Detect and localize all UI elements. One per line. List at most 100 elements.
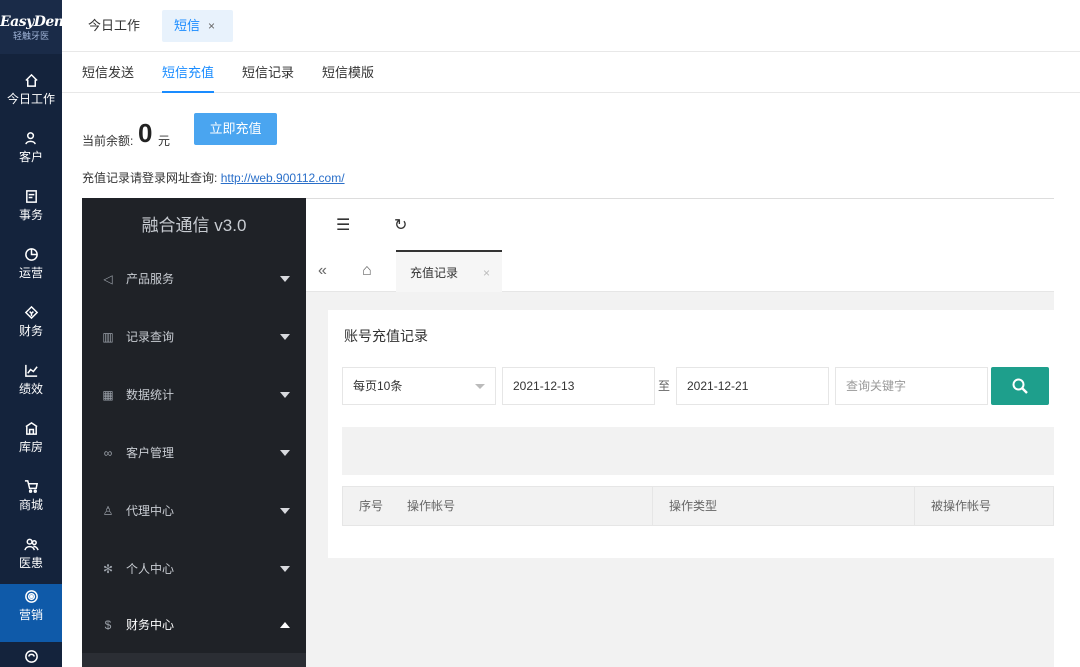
- home-icon[interactable]: ⌂: [362, 250, 372, 292]
- table-toolbar: [342, 427, 1054, 475]
- hint-link[interactable]: http://web.900112.com/: [221, 171, 345, 185]
- menu-label: 客户管理: [126, 446, 175, 460]
- chevron-down-icon: [280, 392, 290, 398]
- double-chevron-left-icon[interactable]: «: [318, 250, 327, 292]
- start-date-input[interactable]: 2021-12-13: [502, 367, 655, 405]
- nav-item-marketing[interactable]: 营销: [0, 584, 62, 642]
- menu-product-services[interactable]: ◁ 产品服务: [82, 250, 306, 308]
- handshake-icon: ∞: [103, 446, 113, 460]
- nav-item-today[interactable]: 今日工作: [0, 68, 62, 120]
- embedded-toolbar: ☰ ↻: [306, 198, 1054, 250]
- nav-item-label: 营销: [18, 608, 43, 622]
- col-header-operation-type: 操作类型: [653, 487, 915, 525]
- menu-label: 财务中心: [126, 618, 175, 632]
- logo-text: EasyDent: [0, 14, 62, 30]
- embedded-main: ☰ ↻ « ⌂ 充值记录 × 账号充值记录 每页10条 2021-12-13 至: [306, 198, 1054, 667]
- subtab-sms-recharge[interactable]: 短信充值: [162, 52, 215, 93]
- doctor-patient-icon: [0, 532, 62, 556]
- col-header-index: 序号: [359, 499, 384, 513]
- search-button[interactable]: [991, 367, 1049, 405]
- chevron-down-icon: [280, 450, 290, 456]
- refresh-icon[interactable]: ↻: [394, 215, 407, 235]
- target-icon: [0, 584, 62, 608]
- nav-item-performance[interactable]: 绩效: [0, 358, 62, 410]
- home-icon: [0, 68, 62, 92]
- logo: EasyDent 轻触牙医: [0, 0, 62, 54]
- submenu-edge: [82, 653, 306, 667]
- nav-item-label: 运营: [18, 266, 43, 280]
- menu-collapse-icon[interactable]: ☰: [336, 215, 350, 235]
- chevron-up-icon: [280, 622, 290, 628]
- hint-text: 充值记录请登录网址查询:: [82, 171, 218, 185]
- menu-customer-management[interactable]: ∞ 客户管理: [82, 424, 306, 482]
- nav-item-tasks[interactable]: 事务: [0, 184, 62, 236]
- logo-subtitle: 轻触牙医: [12, 31, 49, 41]
- close-icon[interactable]: ×: [208, 19, 215, 33]
- end-date-input[interactable]: 2021-12-21: [676, 367, 829, 405]
- tab-today-work[interactable]: 今日工作: [76, 10, 152, 42]
- col-header-target-account: 被操作帐号: [931, 499, 992, 513]
- nav-item-finance[interactable]: 财务: [0, 300, 62, 352]
- subtab-sms-records[interactable]: 短信记录: [242, 52, 294, 93]
- subtab-sms-templates[interactable]: 短信模版: [322, 52, 374, 93]
- dollar-icon: $: [104, 618, 112, 632]
- nav-item-label: 库房: [18, 440, 43, 454]
- menu-finance-center[interactable]: $ 财务中心: [82, 596, 306, 654]
- tab-sms-label: 短信: [174, 18, 201, 33]
- warehouse-icon: [0, 416, 62, 440]
- nav-item-label: 医患: [18, 556, 43, 570]
- chevron-down-icon: [280, 276, 290, 282]
- nav-item-more[interactable]: [0, 644, 62, 667]
- menu-label: 个人中心: [126, 562, 175, 576]
- tab-label: 充值记录: [410, 266, 459, 280]
- nav-item-warehouse[interactable]: 库房: [0, 416, 62, 468]
- tab-recharge-records[interactable]: 充值记录 ×: [396, 250, 502, 292]
- recharge-records-card: 账号充值记录 每页10条 2021-12-13 至 2021-12-21 查询关…: [328, 310, 1054, 558]
- keyword-input[interactable]: 查询关键字: [835, 367, 988, 405]
- tab-sms[interactable]: 短信 ×: [162, 10, 233, 42]
- menu-data-stats[interactable]: ▦ 数据统计: [82, 366, 306, 424]
- embedded-app: 融合通信 v3.0 ◁ 产品服务 ▥ 记录查询 ▦ 数据统计 ∞ 客户管理 ♙ …: [82, 198, 1054, 667]
- left-nav: EasyDent 轻触牙医 今日工作 客户 事务 运营 财务 绩效: [0, 0, 62, 667]
- menu-label: 数据统计: [126, 388, 175, 402]
- app-root: EasyDent 轻触牙医 今日工作 客户 事务 运营 财务 绩效: [0, 0, 1080, 667]
- close-icon[interactable]: ×: [483, 252, 490, 294]
- chevron-down-icon: [280, 566, 290, 572]
- search-icon: [1012, 378, 1028, 394]
- date-separator: 至: [658, 379, 671, 393]
- menu-personal-center[interactable]: ✻ 个人中心: [82, 540, 306, 598]
- sms-subtabs: 短信发送 短信充值 短信记录 短信模版: [62, 52, 1080, 93]
- task-icon: [0, 184, 62, 208]
- nav-item-operation[interactable]: 运营: [0, 242, 62, 294]
- nav-item-label: 客户: [18, 150, 43, 164]
- agent-icon: ♙: [102, 504, 114, 518]
- chevron-down-icon: [475, 384, 485, 389]
- book-icon: ▥: [102, 330, 114, 344]
- menu-record-query[interactable]: ▥ 记录查询: [82, 308, 306, 366]
- page-size-value: 每页10条: [353, 379, 403, 393]
- send-icon: ◁: [103, 272, 113, 286]
- embedded-sidebar: 融合通信 v3.0 ◁ 产品服务 ▥ 记录查询 ▦ 数据统计 ∞ 客户管理 ♙ …: [82, 198, 306, 667]
- balance-unit: 元: [158, 134, 171, 148]
- chevron-down-icon: [280, 334, 290, 340]
- nav-item-label: 事务: [18, 208, 43, 222]
- menu-agent-center[interactable]: ♙ 代理中心: [82, 482, 306, 540]
- clock-chart-icon: [0, 242, 62, 266]
- menu-label: 产品服务: [126, 272, 175, 286]
- nav-item-doctor-patient[interactable]: 医患: [0, 532, 62, 584]
- nav-item-label: 绩效: [18, 382, 43, 396]
- recharge-now-button[interactable]: 立即充值: [194, 113, 277, 145]
- stats-icon: ▦: [102, 388, 114, 402]
- nav-item-customer[interactable]: 客户: [0, 126, 62, 178]
- menu-label: 代理中心: [126, 504, 175, 518]
- top-tab-bar: 今日工作 短信 ×: [62, 0, 1080, 52]
- embedded-title: 融合通信 v3.0: [141, 216, 247, 235]
- settings-icon: ✻: [102, 562, 114, 576]
- page-size-select[interactable]: 每页10条: [342, 367, 496, 405]
- subtab-sms-send[interactable]: 短信发送: [82, 52, 134, 93]
- nav-item-mall[interactable]: 商城: [0, 474, 62, 526]
- user-icon: [0, 126, 62, 150]
- cart-icon: [0, 474, 62, 498]
- menu-label: 记录查询: [126, 330, 175, 344]
- chevron-down-icon: [280, 508, 290, 514]
